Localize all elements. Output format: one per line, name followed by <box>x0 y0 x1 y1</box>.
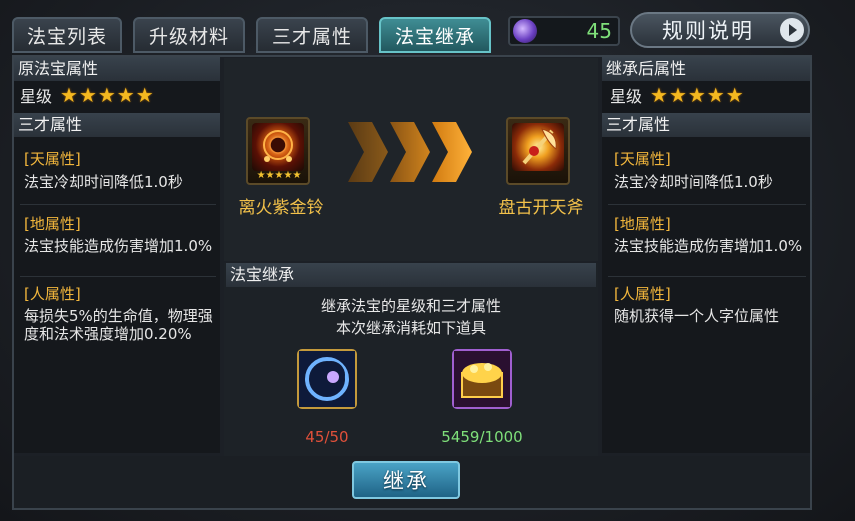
inherit-cost-area <box>224 263 598 456</box>
divider <box>20 276 216 277</box>
right-attr-human-title: [人属性] <box>614 285 671 303</box>
left-star-row: 星级 ★★★★★ <box>20 82 220 108</box>
right-header: 继承后属性 <box>602 57 810 81</box>
target-treasure-name: 盘古开天斧 <box>498 198 584 218</box>
tab-treasure-list[interactable]: 法宝列表 <box>12 17 122 53</box>
treasure-chest-icon <box>454 351 510 407</box>
star-rating-icon: ★★★★★ <box>650 83 745 107</box>
inherit-desc-line1: 继承法宝的星级和三才属性 <box>320 297 501 315</box>
divider <box>20 204 216 205</box>
material-count-treasure-chest: 5459/1000 <box>441 428 523 446</box>
right-attr-earth-title: [地属性] <box>614 215 671 233</box>
right-attr-heaven-title: [天属性] <box>614 150 671 168</box>
right-star-label: 星级 <box>610 87 643 106</box>
left-attr-earth-title: [地属性] <box>24 215 81 233</box>
game-window: 法宝列表 升级材料 三才属性 法宝继承 45 规则说明 原法宝属性 星级 ★★★… <box>0 0 855 521</box>
left-attr-human-title: [人属性] <box>24 285 81 303</box>
left-header: 原法宝属性 <box>14 57 220 81</box>
divider <box>608 204 806 205</box>
target-treasure-slot[interactable] <box>506 117 570 185</box>
tab-label: 法宝继承 <box>394 25 475 48</box>
inherit-button[interactable]: 继承 <box>352 461 460 499</box>
star-rating-icon: ★★★★★ <box>256 170 302 181</box>
left-attr-human-text: 每损失5%的生命值，物理强度和法术强度增加0.20% <box>24 307 213 343</box>
axe-treasure-icon <box>512 123 564 171</box>
inherit-section-header: 法宝继承 <box>226 263 596 287</box>
right-attr-earth-text: 法宝技能造成伤害增加1.0% <box>614 237 803 255</box>
tab-label: 升级材料 <box>148 25 229 48</box>
play-arrow-icon <box>780 18 804 42</box>
material-slot-moon-orb[interactable] <box>297 349 357 409</box>
left-attr-earth-text: 法宝技能造成伤害增加1.0% <box>24 237 213 255</box>
divider <box>608 276 806 277</box>
purple-orb-icon <box>513 19 537 43</box>
rules-button-label: 规则说明 <box>662 19 754 43</box>
bell-treasure-icon <box>252 123 304 171</box>
currency-display: 45 <box>508 16 620 46</box>
inherit-button-label: 继承 <box>383 469 429 493</box>
right-star-row: 星级 ★★★★★ <box>610 82 810 108</box>
left-attr-heaven-title: [天属性] <box>24 150 81 168</box>
rules-button[interactable]: 规则说明 <box>630 12 810 48</box>
currency-value: 45 <box>586 19 612 43</box>
right-sancai-header: 三才属性 <box>602 113 810 137</box>
bell-treasure-icon <box>263 130 293 162</box>
right-attr-human-text: 随机获得一个人字位属性 <box>614 307 780 325</box>
material-slot-treasure-chest[interactable] <box>452 349 512 409</box>
tab-label: 法宝列表 <box>26 25 107 48</box>
tab-upgrade-materials[interactable]: 升级材料 <box>133 17 245 53</box>
tab-label: 三才属性 <box>271 25 352 48</box>
axe-treasure-icon <box>522 128 557 165</box>
left-star-label: 星级 <box>20 87 53 106</box>
star-rating-icon: ★★★★★ <box>60 83 155 107</box>
material-count-moon-orb: 45/50 <box>305 428 349 446</box>
tab-treasure-inherit[interactable]: 法宝继承 <box>379 17 491 53</box>
source-treasure-name: 离火紫金铃 <box>238 198 324 218</box>
moon-orb-icon <box>299 351 355 407</box>
tab-sancai-attributes[interactable]: 三才属性 <box>256 17 368 53</box>
left-attr-heaven-text: 法宝冷却时间降低1.0秒 <box>24 173 183 191</box>
left-sancai-header: 三才属性 <box>14 113 220 137</box>
inherit-desc-line2: 本次继承消耗如下道具 <box>335 319 486 337</box>
right-attr-heaven-text: 法宝冷却时间降低1.0秒 <box>614 173 773 191</box>
source-treasure-slot[interactable]: ★★★★★ <box>246 117 310 185</box>
inherit-arrows-icon <box>348 122 472 182</box>
